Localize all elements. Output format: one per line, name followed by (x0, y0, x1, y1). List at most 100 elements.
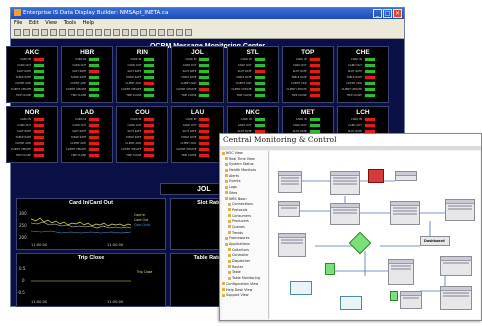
delete-icon[interactable] (77, 29, 84, 36)
status-indicator[interactable] (198, 153, 211, 158)
status-indicator[interactable] (143, 141, 156, 146)
status-indicator[interactable] (143, 93, 156, 98)
status-indicator[interactable] (88, 69, 101, 74)
status-indicator[interactable] (88, 75, 101, 80)
save-icon[interactable] (32, 29, 39, 36)
status-indicator[interactable] (88, 153, 101, 158)
node-card[interactable] (388, 259, 414, 285)
status-indicator[interactable] (363, 63, 376, 68)
status-indicator[interactable] (88, 81, 101, 86)
status-indicator[interactable] (253, 117, 266, 122)
menu-tools[interactable]: Tools (64, 20, 76, 26)
status-indicator[interactable] (143, 75, 156, 80)
status-indicator[interactable] (308, 57, 321, 62)
status-indicator[interactable] (363, 69, 376, 74)
status-indicator[interactable] (363, 75, 376, 80)
status-indicator[interactable] (363, 57, 376, 62)
menu-file[interactable]: File (14, 20, 22, 26)
station-panel-cou[interactable]: COU CARD IN CARD OUT SLOT RATE TABLE RATE CLI… (116, 106, 169, 163)
station-panel-lad[interactable]: LAD CARD IN CARD OUT SLOT RATE TABLE RATE CLI… (61, 106, 114, 163)
status-indicator[interactable] (198, 69, 211, 74)
paste-icon[interactable] (68, 29, 75, 36)
status-indicator[interactable] (308, 81, 321, 86)
station-panel-stl[interactable]: STL CARD IN CARD OUT SLOT RATE TABLE RATE CLI… (226, 46, 279, 103)
status-indicator[interactable] (198, 117, 211, 122)
status-indicator[interactable] (198, 123, 211, 128)
status-indicator[interactable] (198, 63, 211, 68)
print-icon[interactable] (41, 29, 48, 36)
status-indicator[interactable] (33, 63, 45, 68)
menu-view[interactable]: View (45, 20, 57, 26)
new-icon[interactable] (14, 29, 21, 36)
copy-icon[interactable] (59, 29, 66, 36)
status-indicator[interactable] (88, 123, 101, 128)
status-indicator[interactable] (88, 135, 101, 140)
status-indicator[interactable] (33, 135, 45, 140)
status-indicator[interactable] (198, 93, 211, 98)
queue-node[interactable] (290, 281, 312, 295)
node-card[interactable] (278, 201, 300, 217)
status-indicator[interactable] (253, 87, 266, 92)
status-indicator[interactable] (143, 63, 156, 68)
status-indicator[interactable] (253, 93, 266, 98)
image-icon[interactable] (176, 29, 183, 36)
menu-edit[interactable]: Edit (29, 20, 39, 26)
status-indicator[interactable] (143, 117, 156, 122)
zoom-out-icon[interactable] (122, 29, 129, 36)
node-card[interactable] (278, 233, 306, 257)
status-indicator[interactable] (363, 87, 376, 92)
run-icon[interactable] (185, 29, 192, 36)
status-indicator[interactable] (33, 123, 45, 128)
status-indicator[interactable] (143, 123, 156, 128)
node-card[interactable] (440, 286, 472, 310)
station-panel-che[interactable]: CHE CARD IN CARD OUT SLOT RATE TABLE RATE CLI… (336, 46, 389, 103)
status-indicator[interactable] (308, 87, 321, 92)
minimize-button[interactable]: _ (373, 9, 382, 18)
status-indicator[interactable] (363, 123, 376, 128)
status-indicator[interactable] (308, 63, 321, 68)
status-indicator[interactable] (143, 81, 156, 86)
grid-icon[interactable] (149, 29, 156, 36)
status-indicator[interactable] (88, 117, 101, 122)
status-indicator[interactable] (143, 147, 156, 152)
status-indicator[interactable] (198, 81, 211, 86)
status-indicator[interactable] (253, 81, 266, 86)
status-indicator[interactable] (33, 153, 45, 158)
status-indicator[interactable] (33, 69, 45, 74)
status-indicator[interactable] (88, 87, 101, 92)
help-icon[interactable] (86, 29, 93, 36)
chart-slot-rate[interactable]: Slot Rate (170, 198, 225, 250)
status-indicator[interactable] (198, 141, 211, 146)
menu-help[interactable]: Help (83, 20, 94, 26)
status-indicator[interactable] (198, 87, 211, 92)
status-indicator[interactable] (33, 81, 45, 86)
node-card[interactable] (445, 199, 475, 221)
alert-node[interactable] (368, 169, 384, 183)
status-indicator[interactable] (88, 63, 101, 68)
station-panel-nor[interactable]: NOR CARD IN CARD OUT SLOT RATE TABLE RATE CLI… (6, 106, 59, 163)
station-panel-lau[interactable]: LAU CARD IN CARD OUT SLOT RATE TABLE RATE CLI… (171, 106, 224, 163)
node-card[interactable] (330, 203, 360, 225)
table-icon[interactable] (167, 29, 174, 36)
tree-item[interactable]: Support View (222, 293, 268, 299)
zoom-in-icon[interactable] (113, 29, 120, 36)
status-indicator[interactable] (198, 75, 211, 80)
status-indicator[interactable] (33, 147, 45, 152)
status-indicator[interactable] (143, 69, 156, 74)
link-icon[interactable] (131, 29, 138, 36)
status-indicator[interactable] (363, 81, 376, 86)
status-indicator[interactable] (308, 75, 321, 80)
status-indicator[interactable] (88, 147, 101, 152)
close-button[interactable]: × (393, 9, 402, 18)
cut-icon[interactable] (50, 29, 57, 36)
status-indicator[interactable] (308, 117, 321, 122)
edit-icon[interactable] (104, 29, 111, 36)
station-panel-top[interactable]: TOP CARD IN CARD OUT SLOT RATE TABLE RATE CLI… (281, 46, 334, 103)
status-indicator[interactable] (88, 57, 101, 62)
status-indicator[interactable] (33, 129, 45, 134)
status-indicator[interactable] (253, 63, 266, 68)
chart-icon[interactable] (158, 29, 165, 36)
status-indicator[interactable] (33, 87, 45, 92)
status-indicator[interactable] (198, 57, 211, 62)
node-card[interactable] (278, 171, 302, 193)
